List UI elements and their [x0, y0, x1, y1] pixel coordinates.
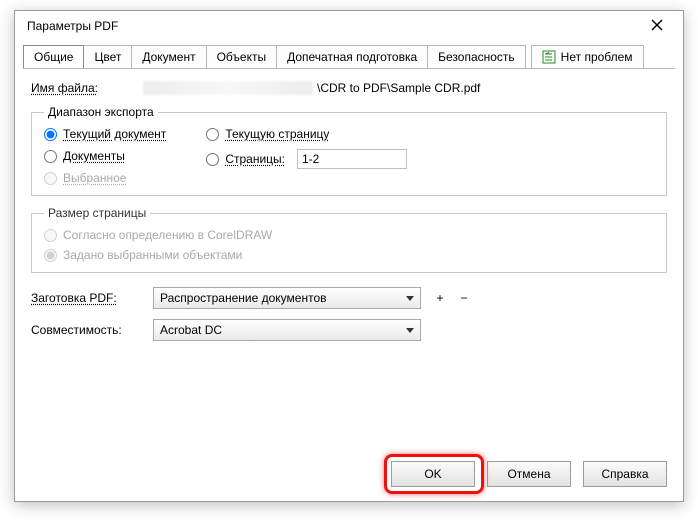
radio-current-page-label: Текущую страницу — [225, 127, 329, 141]
compat-label: Совместимость: — [31, 323, 143, 337]
radio-by-selected: Задано выбранными объектами — [44, 248, 654, 262]
checklist-icon — [542, 50, 556, 64]
radio-documents[interactable]: Документы — [44, 149, 166, 163]
radio-by-definition-label: Согласно определению в CorelDRAW — [63, 228, 272, 242]
tab-security[interactable]: Безопасность — [427, 45, 526, 68]
compat-row: Совместимость: Acrobat DC — [31, 319, 667, 341]
help-button[interactable]: Справка — [583, 461, 667, 487]
radio-pages-label: Страницы: — [225, 152, 285, 166]
tab-row: Общие Цвет Документ Объекты Допечатная п… — [23, 43, 675, 69]
pdf-preset-row: Заготовка PDF: Распространение документо… — [31, 287, 667, 309]
chevron-down-icon — [406, 296, 414, 301]
radio-current-document-label: Текущий документ — [63, 127, 166, 141]
redacted-path-prefix — [143, 81, 313, 95]
dialog-buttons: OK Отмена Справка — [391, 461, 667, 487]
radio-documents-label: Документы — [63, 149, 125, 163]
tab-objects[interactable]: Объекты — [206, 45, 278, 68]
compat-value: Acrobat DC — [160, 323, 222, 337]
tab-general[interactable]: Общие — [23, 45, 84, 68]
status-label: Нет проблем — [561, 50, 633, 64]
pages-input[interactable] — [297, 149, 407, 169]
chevron-down-icon — [406, 328, 414, 333]
filename-suffix: \CDR to PDF\Sample CDR.pdf — [317, 81, 480, 95]
radio-pages-input[interactable] — [206, 153, 219, 166]
radio-selection-label: Выбранное — [63, 171, 126, 185]
filename-label: Имя файла: — [31, 81, 143, 95]
radio-current-page[interactable]: Текущую страницу — [206, 127, 407, 141]
tab-no-issues[interactable]: Нет проблем — [531, 45, 644, 68]
radio-pages[interactable]: Страницы: — [206, 149, 407, 169]
radio-by-selected-input — [44, 249, 57, 262]
tab-document[interactable]: Документ — [131, 45, 206, 68]
compat-dropdown[interactable]: Acrobat DC — [153, 319, 421, 341]
pdf-settings-dialog: Параметры PDF Общие Цвет Документ Объект… — [14, 10, 684, 502]
radio-documents-input[interactable] — [44, 150, 57, 163]
pdf-preset-dropdown[interactable]: Распространение документов — [153, 287, 421, 309]
page-size-group: Размер страницы Согласно определению в C… — [31, 206, 667, 273]
radio-by-definition: Согласно определению в CorelDRAW — [44, 228, 654, 242]
ok-button[interactable]: OK — [391, 461, 475, 487]
preset-add-remove: + − — [431, 291, 473, 305]
export-range-legend: Диапазон экспорта — [44, 105, 158, 119]
tab-color[interactable]: Цвет — [83, 45, 132, 68]
cancel-button[interactable]: Отмена — [487, 461, 571, 487]
page-size-legend: Размер страницы — [44, 206, 150, 220]
window-title: Параметры PDF — [27, 19, 118, 33]
radio-by-selected-label: Задано выбранными объектами — [63, 248, 242, 262]
close-button[interactable] — [637, 13, 677, 39]
radio-current-document-input[interactable] — [44, 128, 57, 141]
add-preset-button[interactable]: + — [431, 291, 449, 305]
radio-current-page-input[interactable] — [206, 128, 219, 141]
remove-preset-button[interactable]: − — [455, 291, 473, 305]
general-panel: Имя файла: \CDR to PDF\Sample CDR.pdf Ди… — [31, 81, 667, 341]
filename-value: \CDR to PDF\Sample CDR.pdf — [143, 81, 480, 95]
radio-by-definition-input — [44, 229, 57, 242]
pdf-preset-value: Распространение документов — [160, 291, 327, 305]
radio-selection-input — [44, 172, 57, 185]
pdf-preset-label: Заготовка PDF: — [31, 291, 143, 305]
titlebar: Параметры PDF — [15, 11, 683, 41]
close-icon — [651, 19, 663, 34]
radio-current-document[interactable]: Текущий документ — [44, 127, 166, 141]
filename-row: Имя файла: \CDR to PDF\Sample CDR.pdf — [31, 81, 667, 95]
export-range-group: Диапазон экспорта Текущий документ Докум… — [31, 105, 667, 196]
tab-prepress[interactable]: Допечатная подготовка — [276, 45, 428, 68]
radio-selection: Выбранное — [44, 171, 166, 185]
